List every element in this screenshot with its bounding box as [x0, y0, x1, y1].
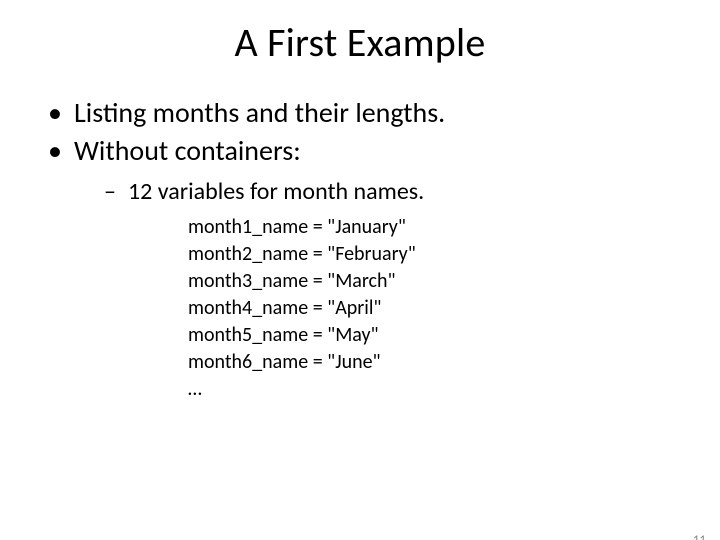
code-block: month1_name = "January" month2_name = "F…: [188, 214, 688, 403]
code-line: month3_name = "March": [188, 268, 688, 295]
bullet-item: Without containers: 12 variables for mon…: [48, 133, 688, 403]
slide: A First Example Listing months and their…: [0, 18, 720, 540]
bullet-list-level2: 12 variables for month names. month1_nam…: [74, 176, 688, 403]
bullet-text: Without containers:: [74, 133, 301, 168]
bullet-item: Listing months and their lengths.: [48, 95, 688, 131]
code-line: month6_name = "June": [188, 349, 688, 376]
bullet-list-level1: Listing months and their lengths. Withou…: [48, 95, 688, 403]
sub-bullet-text: 12 variables for month names.: [128, 177, 424, 206]
code-line: month2_name = "February": [188, 241, 688, 268]
slide-body: Listing months and their lengths. Withou…: [0, 95, 720, 403]
slide-title: A First Example: [0, 18, 720, 67]
page-number: 11: [693, 533, 706, 540]
sub-bullet-item: 12 variables for month names. month1_nam…: [104, 176, 688, 403]
code-line: month4_name = "April": [188, 295, 688, 322]
code-line: month1_name = "January": [188, 214, 688, 241]
code-line: month5_name = "May": [188, 322, 688, 349]
code-line: …: [188, 376, 688, 403]
